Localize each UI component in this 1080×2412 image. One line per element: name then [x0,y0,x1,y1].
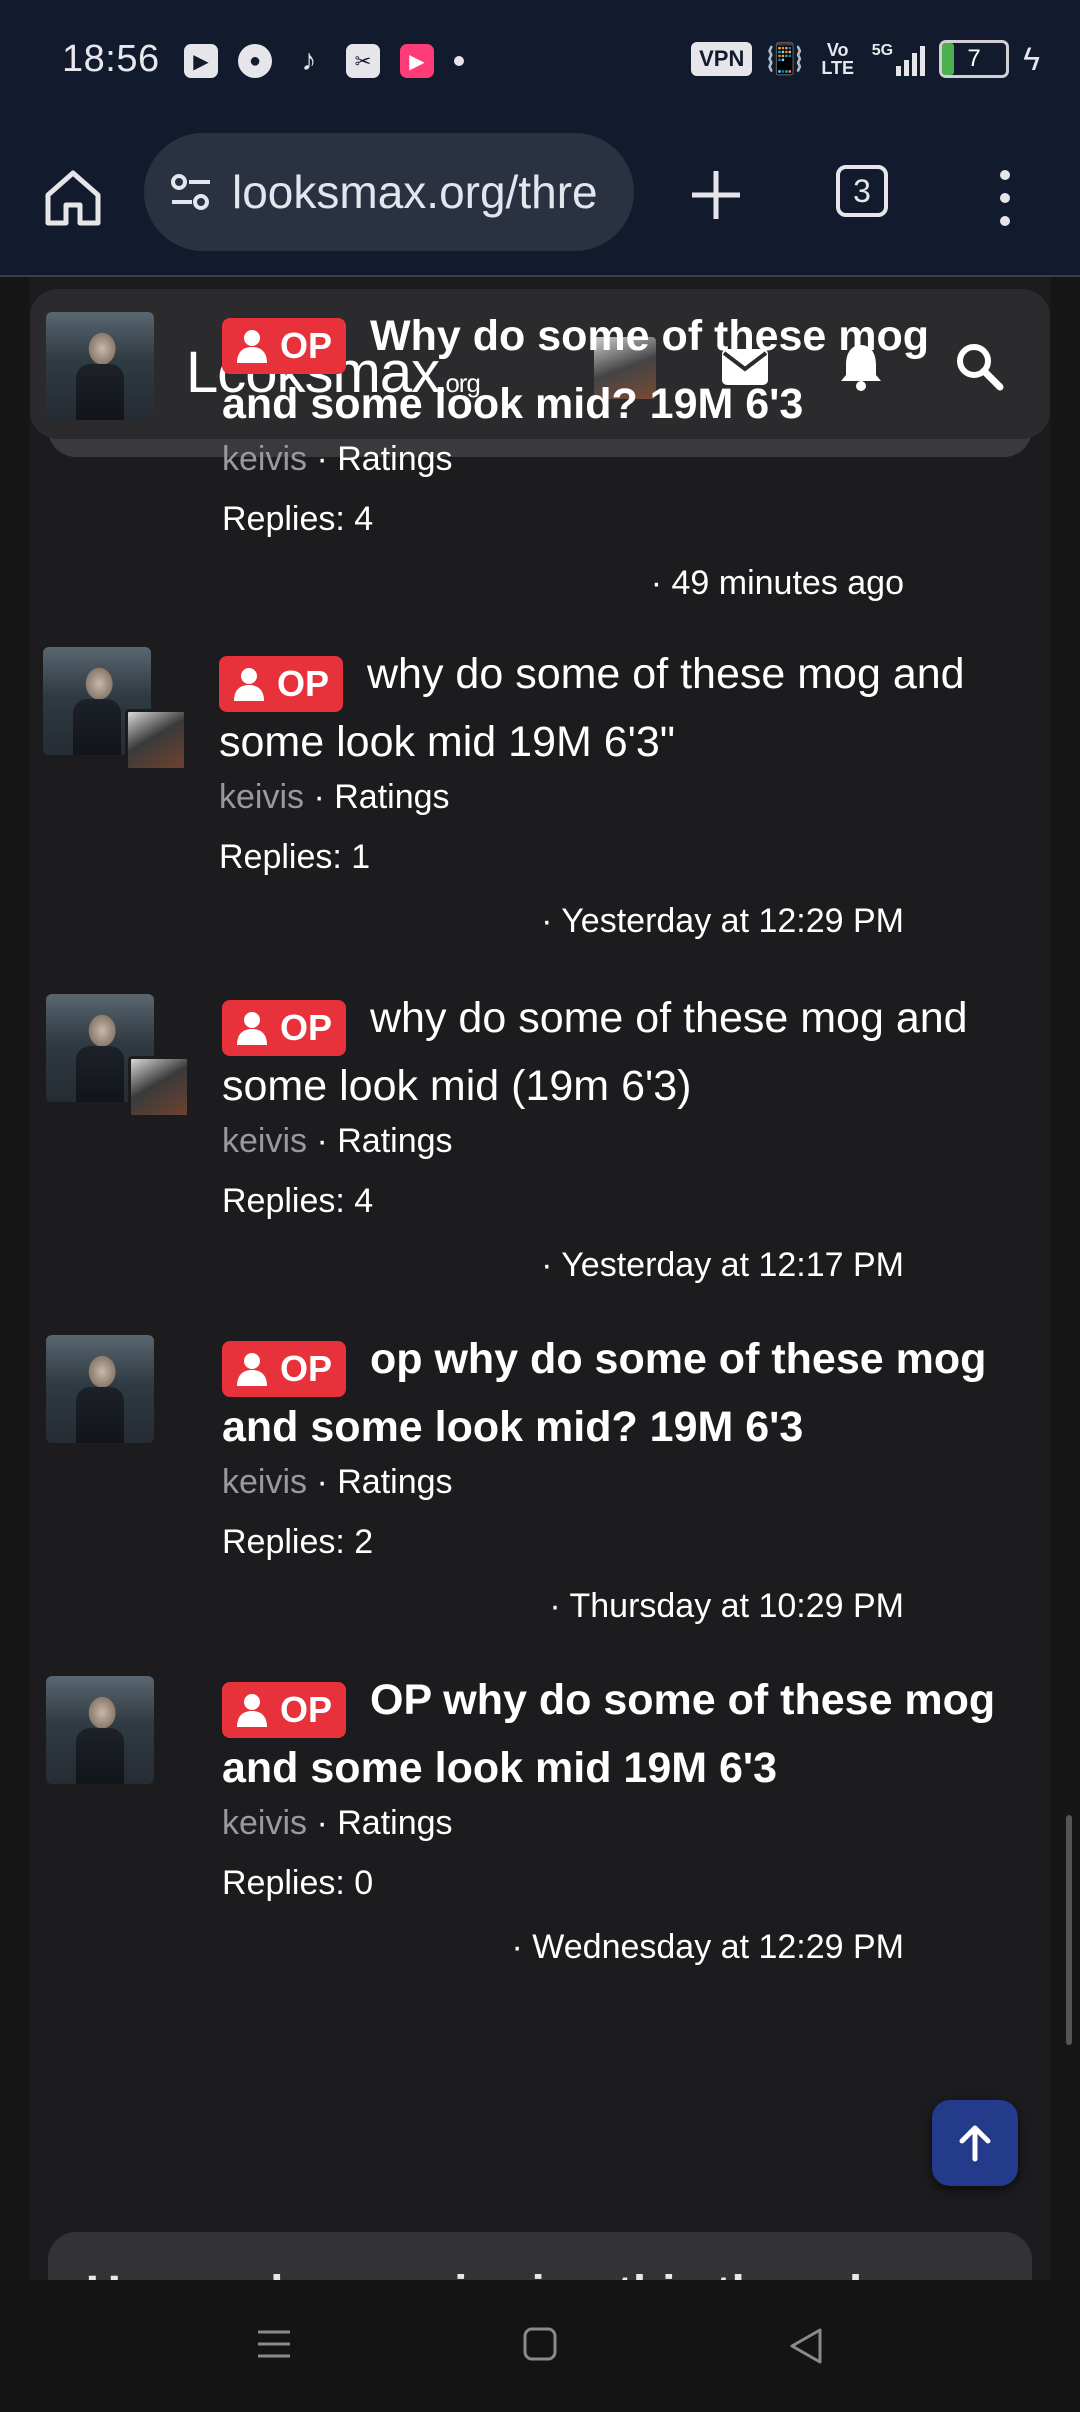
more-options-icon[interactable] [990,165,1020,231]
thread-title[interactable]: OP why do some of these mog and some loo… [222,1666,1002,1802]
thread-meta: keivis · Ratings [222,1463,453,1502]
capcut-icon: ✂ [346,44,380,78]
battery-icon: 7 [939,40,1010,78]
scrollbar[interactable] [1066,1815,1072,2045]
thread-timestamp[interactable]: · 49 minutes ago [651,564,904,603]
charging-icon: ϟ [1023,40,1040,77]
thread-timestamp[interactable]: · Thursday at 10:29 PM [549,1587,904,1626]
ratings-link[interactable]: · Ratings [313,778,449,816]
thread-item[interactable]: OP OP why do some of these mog and some l… [30,1666,1050,2006]
thread-meta: keivis · Ratings [219,778,450,817]
tab-switcher-button[interactable]: 3 [836,165,888,217]
thread-item[interactable]: OP why do some of these mog and some look… [30,984,1050,1324]
thread-author[interactable]: keivis [222,1463,307,1501]
home-icon[interactable] [40,165,106,231]
video-app-icon: ▶ [400,44,434,78]
thread-author[interactable]: keivis [222,1804,307,1842]
thread-author[interactable]: keivis [219,778,304,816]
thread-item[interactable]: OP op why do some of these mog and some l… [30,1325,1050,1665]
thread-author-avatar[interactable] [46,1335,154,1443]
ratings-link[interactable]: · Ratings [316,1804,452,1842]
volte-icon: Vo LTE [821,40,855,78]
status-right: VPN 📳 Vo LTE 5G 7 ϟ [691,40,1040,78]
youtube-icon: ▶ [184,44,218,78]
thread-timestamp[interactable]: · Yesterday at 12:29 PM [541,902,904,941]
reply-count: Replies: 1 [219,838,371,876]
browser-toolbar: looksmax.org/thre 3 [0,125,1080,277]
tiktok-icon: ♪ [301,44,317,77]
more-notifications-icon [454,56,464,66]
viewers-heading: Users who are viewing this thread [86,2266,862,2280]
scroll-to-top-button[interactable] [932,2100,1018,2186]
arrow-up-icon [959,2125,991,2162]
signal-icon: 5G [871,42,926,76]
url-text[interactable]: looksmax.org/thre [232,165,598,219]
thread-meta: keivis · Ratings [222,1122,453,1161]
thread-title[interactable]: Why do some of these mog and some look m… [222,302,1002,438]
thread-timestamp[interactable]: · Wednesday at 12:29 PM [512,1928,904,1967]
ratings-link[interactable]: · Ratings [316,1122,452,1160]
thread-author[interactable]: keivis [222,1122,307,1160]
thread-meta: keivis · Ratings [222,440,453,479]
back-icon[interactable] [786,2326,826,2366]
reply-count: Replies: 2 [222,1523,374,1561]
thread-meta: keivis · Ratings [222,1804,453,1843]
recents-icon[interactable] [256,2326,292,2362]
thread-author-avatar[interactable] [46,312,154,420]
notification-icons: ▶ ● ♪ ✂ ▶ [184,44,464,78]
thread-timestamp[interactable]: · Yesterday at 12:17 PM [541,1246,904,1285]
status-bar: 18:56 ▶ ● ♪ ✂ ▶ VPN 📳 Vo LTE 5G 7 ϟ [0,0,1080,125]
ratings-link[interactable]: · Ratings [316,440,452,478]
last-poster-avatar[interactable] [128,1056,190,1118]
home-nav-icon[interactable] [522,2326,558,2362]
vpn-icon: VPN [691,42,753,76]
status-time: 18:56 [62,38,160,80]
reply-count: Replies: 0 [222,1864,374,1902]
thread-title[interactable]: why do some of these mog and some look m… [222,984,1002,1120]
reply-count: Replies: 4 [222,500,374,538]
battery-level: 7 [967,45,981,72]
thread-title[interactable]: op why do some of these mog and some loo… [222,1325,1002,1461]
thread-item[interactable]: OP Why do some of these mog and some look… [30,302,1050,642]
address-bar[interactable]: looksmax.org/thre [144,133,634,251]
vodafone-icon: ● [238,44,272,78]
site-settings-icon[interactable] [168,169,214,215]
thread-author[interactable]: keivis [222,440,307,478]
page-content: Lcoksmax.org OPWhy do some of these mog … [30,277,1050,2280]
thread-item[interactable]: OP why do some of these mog and some look… [30,643,1050,983]
network-type: 5G [871,42,894,59]
thread-author-avatar[interactable] [46,1676,154,1784]
reply-count: Replies: 4 [222,1182,374,1220]
thread-title[interactable]: why do some of these mog and some look m… [219,640,999,776]
last-poster-avatar[interactable] [125,709,187,771]
ratings-link[interactable]: · Ratings [316,1463,452,1501]
vibrate-icon: 📳 [766,42,804,76]
new-tab-icon[interactable] [686,165,746,225]
viewers-section: Users who are viewing this thread [48,2232,1032,2280]
